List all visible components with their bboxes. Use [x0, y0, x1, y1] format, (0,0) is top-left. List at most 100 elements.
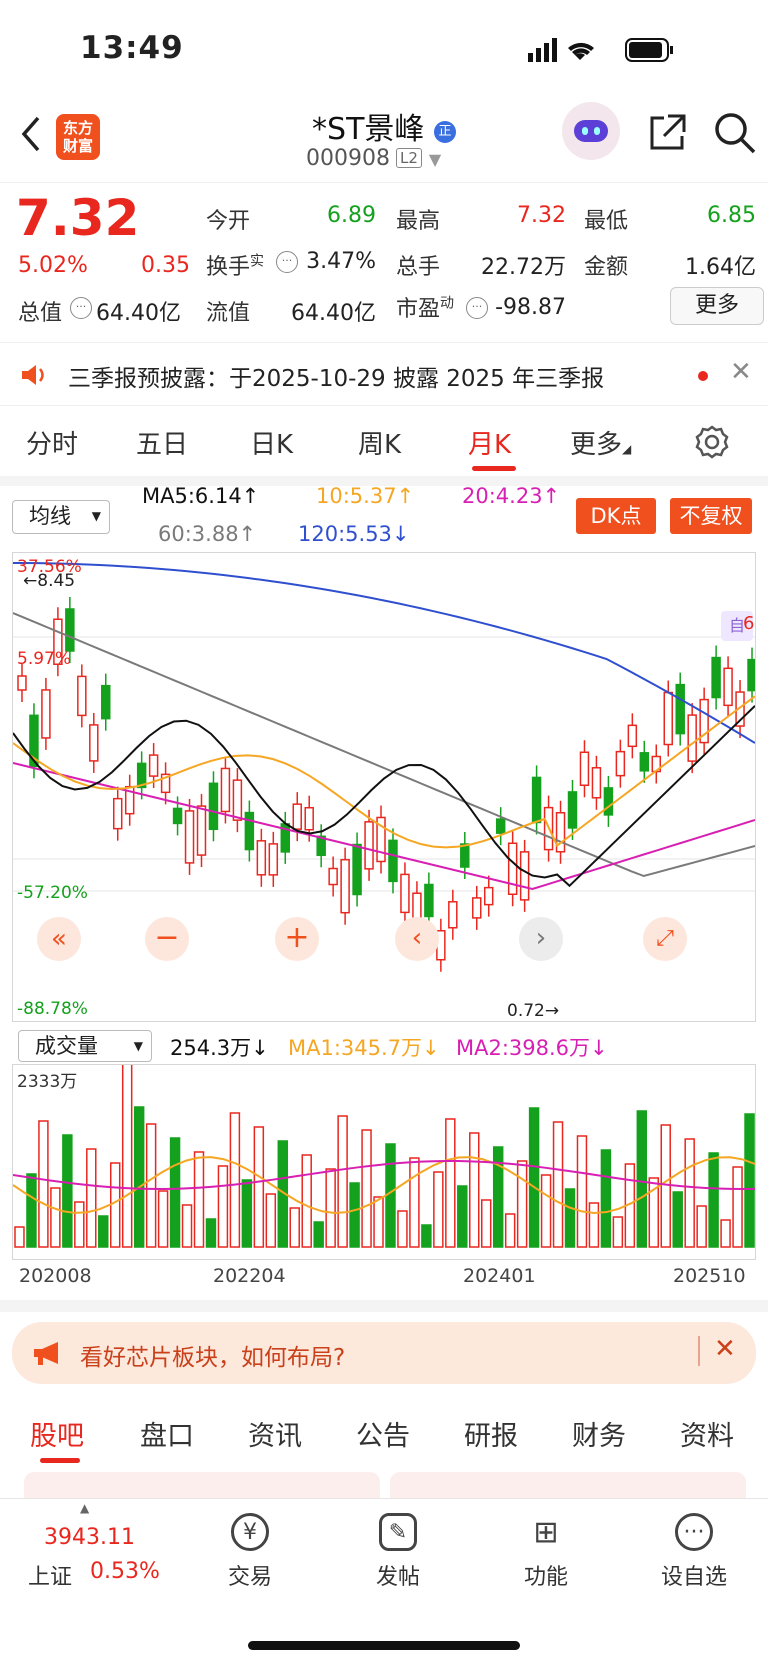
tab-announcements[interactable]: 公告: [356, 1414, 410, 1453]
kline-chart[interactable]: 37.56% ←8.45 5.97% -57.20% -88.78% 0.72→…: [12, 552, 756, 1022]
tab-timeshare[interactable]: 分时: [26, 424, 78, 461]
candle-body: [579, 751, 590, 787]
candle-body: [675, 683, 685, 735]
nav-trade[interactable]: ¥ 交易: [200, 1513, 300, 1591]
info-icon[interactable]: ···: [70, 297, 92, 319]
candle-body: [232, 779, 243, 821]
candle-body: [340, 858, 350, 914]
bottom-nav: ▲ 3943.11 上证 0.53% ¥ 交易 ✎ 发帖 ⊞ 功能 ··· 设自选: [0, 1498, 768, 1663]
candle-body: [89, 724, 99, 762]
candle-body: [424, 883, 434, 918]
rewind-icon[interactable]: «: [37, 917, 81, 961]
low-value: 6.85: [707, 203, 756, 228]
candle-body: [65, 608, 75, 652]
tab-five-day[interactable]: 五日: [136, 424, 188, 461]
section-divider: [0, 1300, 768, 1312]
candle-body: [519, 851, 530, 901]
share-icon[interactable]: [646, 112, 688, 154]
fullscreen-icon[interactable]: ⤢: [643, 917, 687, 961]
volume-bar: [696, 1205, 707, 1248]
float-label: 流值: [206, 301, 251, 326]
tab-research[interactable]: 研报: [464, 1414, 518, 1453]
volume-bar: [588, 1202, 600, 1248]
adjust-button[interactable]: 不复权: [670, 498, 752, 534]
tab-news[interactable]: 资讯: [248, 1414, 302, 1453]
zoom-out-icon[interactable]: −: [145, 917, 189, 961]
volume-bar: [98, 1215, 109, 1248]
tab-forum[interactable]: 股吧: [30, 1414, 84, 1453]
promo-banner[interactable]: 看好芯片板块，如何布局? ✕: [12, 1322, 756, 1384]
candle-body: [352, 843, 362, 896]
tab-profile[interactable]: 资料: [680, 1414, 734, 1453]
ma60-legend: 60:3.88↑: [158, 522, 257, 546]
candle-body: [172, 807, 183, 825]
assistant-avatar-icon[interactable]: [562, 102, 620, 160]
volume-bar: [445, 1118, 456, 1248]
candle-body: [472, 897, 482, 919]
volume-bar: [38, 1120, 49, 1248]
scroll-right-icon[interactable]: ›: [519, 917, 563, 961]
trade-icon: ¥: [231, 1513, 269, 1551]
tab-month-k[interactable]: 月K: [468, 424, 511, 461]
volume-bar: [480, 1199, 492, 1248]
candle-body: [687, 714, 697, 762]
volume-bar: [157, 1190, 169, 1248]
notice-bar[interactable]: 三季报预披露：于2025-10-29 披露 2025 年三季报 ✕: [0, 342, 768, 406]
candle-body: [591, 767, 602, 799]
search-icon[interactable]: [712, 110, 758, 156]
nav-functions[interactable]: ⊞ 功能: [496, 1513, 596, 1591]
tab-week-k[interactable]: 周K: [358, 424, 401, 461]
x-label: 202008: [19, 1265, 92, 1287]
close-icon[interactable]: ✕: [714, 1334, 736, 1364]
index-value[interactable]: 3943.11: [44, 1525, 135, 1550]
volume-bar: [636, 1110, 648, 1248]
info-icon[interactable]: ···: [466, 297, 488, 319]
stock-header: 东方财富 *ST景峰 正 000908 L2 ▼: [0, 100, 768, 182]
more-button[interactable]: 更多: [670, 287, 764, 325]
settings-gear-icon[interactable]: [694, 424, 730, 460]
index-change[interactable]: 0.53%: [90, 1559, 160, 1584]
stock-code[interactable]: 000908 L2 ▼: [306, 146, 441, 171]
candle-body: [220, 767, 231, 813]
nav-post[interactable]: ✎ 发帖: [348, 1513, 448, 1591]
candle-body: [723, 667, 733, 707]
scroll-left-icon[interactable]: ‹: [395, 917, 439, 961]
ma-select[interactable]: 均线 ▼: [12, 500, 110, 534]
unread-dot: [698, 371, 708, 381]
mktcap-value: 64.40亿: [96, 301, 181, 326]
candle-body: [507, 842, 518, 896]
volume-bar: [361, 1129, 372, 1248]
high-label: 最高: [396, 209, 441, 234]
close-icon[interactable]: ✕: [730, 357, 752, 387]
volume-select[interactable]: 成交量 ▼: [18, 1030, 152, 1062]
volume-ma2: MA2:398.6万↓: [456, 1036, 608, 1060]
banner-text: 看好芯片板块，如何布局?: [80, 1345, 346, 1371]
change-amount: 0.35: [141, 253, 190, 278]
candle-body: [184, 810, 195, 864]
volume-chart[interactable]: 2333万 202008 202204 202401 202510: [12, 1064, 756, 1287]
volume-value: 22.72万: [481, 255, 566, 280]
tab-financials[interactable]: 财务: [572, 1414, 626, 1453]
candle-body: [400, 873, 410, 914]
volume-bar: [720, 1219, 731, 1248]
amount-label: 金额: [584, 255, 629, 280]
candle-body: [244, 811, 255, 851]
nav-watchlist[interactable]: ··· 设自选: [644, 1513, 744, 1591]
tab-orderbook[interactable]: 盘口: [140, 1414, 194, 1453]
candle-body: [531, 776, 542, 824]
candle-body: [268, 843, 279, 876]
tab-more[interactable]: 更多◢: [570, 424, 631, 461]
index-name[interactable]: 上证: [28, 1559, 72, 1591]
volume-bar: [708, 1152, 719, 1248]
zoom-in-icon[interactable]: +: [275, 917, 319, 961]
candle-body: [483, 886, 494, 906]
volume-current: 254.3万↓: [170, 1036, 269, 1060]
edit-icon: ✎: [379, 1513, 417, 1551]
volume-max-label: 2333万: [17, 1072, 78, 1092]
volume-bar: [74, 1201, 85, 1248]
volume-bar: [133, 1106, 145, 1248]
volume-bar: [301, 1154, 312, 1248]
tab-day-k[interactable]: 日K: [250, 424, 293, 461]
dk-point-button[interactable]: DK点: [576, 498, 656, 534]
ma10-legend: 10:5.37↑: [316, 484, 415, 508]
